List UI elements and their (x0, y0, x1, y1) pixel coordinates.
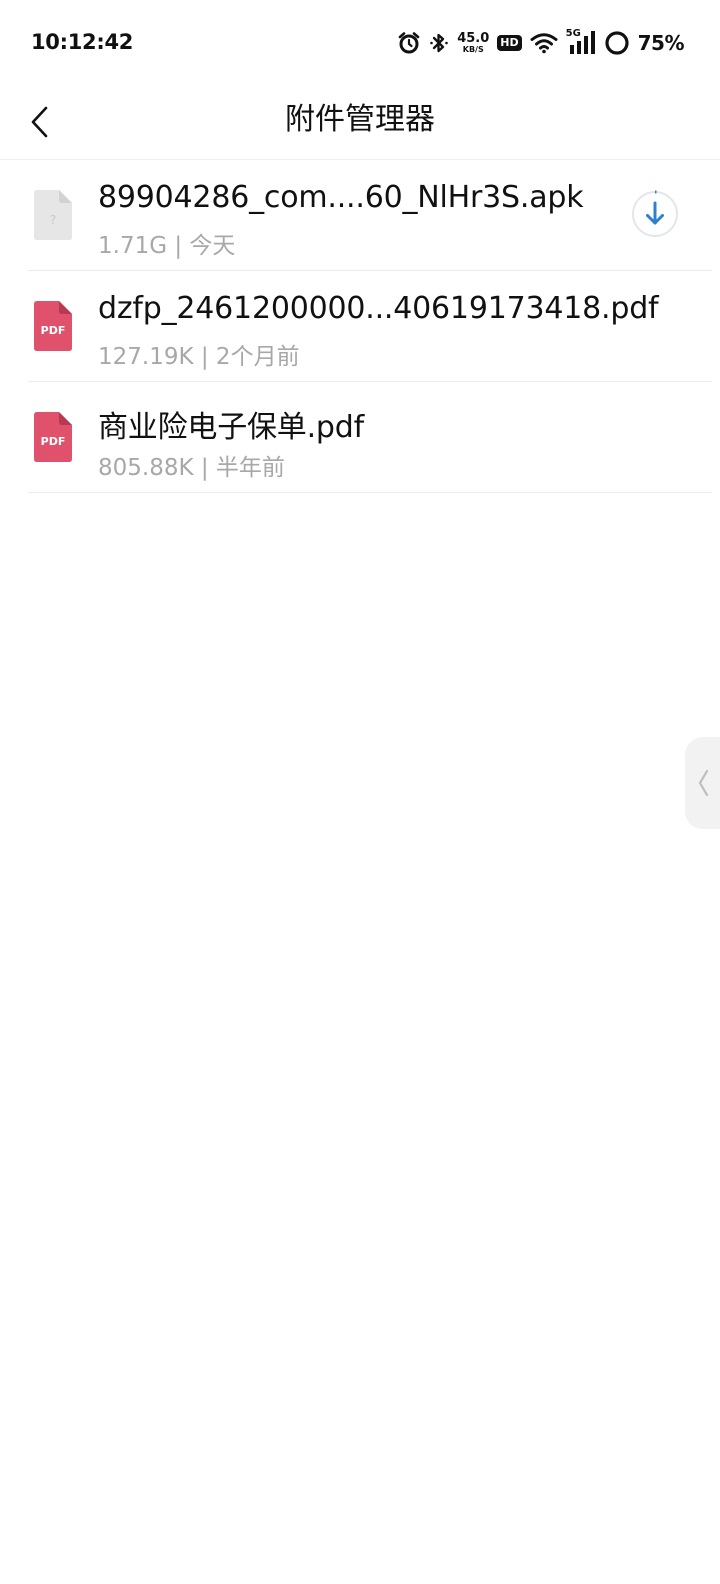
battery-percent: 75% (637, 31, 685, 55)
status-bar: 10:12:42 45.0 KB/S HD 5G 75% (0, 0, 720, 86)
page-title: 附件管理器 (285, 102, 435, 137)
file-item-apk[interactable]: ? 89904286_com....60_NlHr3S.apk 1.71G | … (0, 160, 720, 271)
pdf-icon-label: PDF (41, 435, 66, 448)
hd-icon: HD (497, 34, 522, 52)
row-divider (28, 492, 712, 493)
app-header: 附件管理器 (0, 86, 720, 160)
status-time: 10:12:42 (31, 30, 134, 54)
file-item-pdf[interactable]: PDF dzfp_2461200000...40619173418.pdf 12… (0, 271, 720, 382)
download-button[interactable] (631, 190, 679, 238)
chevron-left-icon (31, 106, 48, 138)
network-speed: 45.0 KB/S (457, 32, 489, 54)
wifi-icon (530, 32, 558, 54)
status-icons: 45.0 KB/S HD 5G 75% (397, 28, 685, 58)
file-name: dzfp_2461200000...40619173418.pdf (98, 291, 659, 326)
download-arrow-icon (632, 190, 678, 237)
back-button[interactable] (22, 100, 58, 144)
cellular-signal-icon: 5G (566, 28, 596, 56)
unknown-file-icon: ? (34, 190, 72, 240)
pdf-file-icon: PDF (34, 301, 72, 351)
file-name: 89904286_com....60_NlHr3S.apk (98, 180, 584, 215)
svg-text:?: ? (50, 213, 56, 227)
bluetooth-icon (429, 31, 449, 55)
pdf-file-icon: PDF (34, 412, 72, 462)
file-name: 商业险电子保单.pdf (98, 410, 364, 445)
file-meta: 127.19K | 2个月前 (98, 344, 300, 370)
chevron-left-icon (698, 769, 708, 797)
file-meta: 1.71G | 今天 (98, 233, 236, 259)
network-speed-unit: KB/S (462, 45, 484, 54)
file-list: ? 89904286_com....60_NlHr3S.apk 1.71G | … (0, 160, 720, 493)
side-drawer-handle[interactable] (685, 737, 720, 829)
battery-ring-icon (604, 30, 630, 56)
alarm-icon (397, 31, 421, 55)
pdf-icon-label: PDF (41, 324, 66, 337)
network-speed-value: 45.0 (457, 31, 490, 46)
file-item-pdf[interactable]: PDF 商业险电子保单.pdf 805.88K | 半年前 (0, 382, 720, 493)
file-meta: 805.88K | 半年前 (98, 455, 285, 481)
